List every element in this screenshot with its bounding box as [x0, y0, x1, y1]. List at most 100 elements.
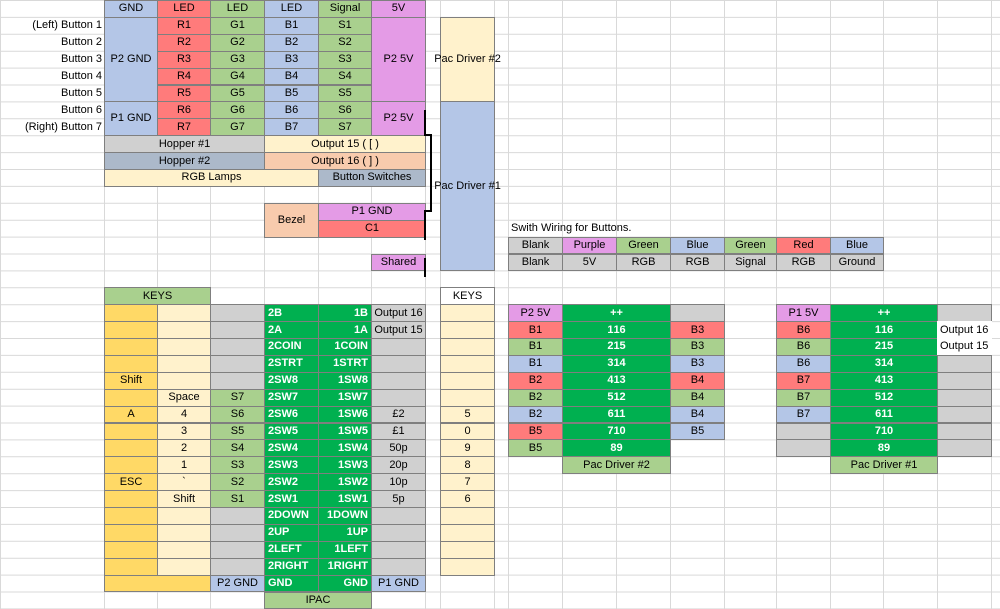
pin-cell[interactable]: B4 — [264, 67, 319, 86]
pin-cell[interactable]: G3 — [210, 50, 265, 69]
wiring-color-cell[interactable]: Blue — [830, 236, 884, 255]
ipac-pin-p1[interactable]: 1RIGHT — [318, 557, 372, 576]
pin-cell[interactable]: G4 — [210, 67, 265, 86]
pd2-extra-cell[interactable]: B4 — [670, 388, 725, 407]
pd2-extra-cell[interactable]: B3 — [670, 354, 725, 373]
ipac-output-cell[interactable]: 50p — [371, 439, 426, 458]
key-cell-right[interactable] — [440, 371, 495, 390]
key-cell[interactable] — [104, 490, 158, 508]
switch-cell[interactable] — [210, 338, 265, 356]
pd2-5v-header[interactable]: P2 5V — [508, 304, 563, 323]
key-cell-right[interactable]: 6 — [440, 490, 495, 508]
pin-cell[interactable]: R3 — [157, 50, 211, 69]
pd1-button-cell[interactable]: B7 — [776, 388, 831, 407]
ipac-pin-p2[interactable]: 2B — [264, 304, 319, 323]
switch-cell[interactable] — [210, 540, 265, 559]
wiring-function-cell[interactable]: 5V — [562, 253, 617, 272]
button-label[interactable]: Button 5 — [0, 85, 105, 103]
key-cell-right[interactable] — [440, 321, 495, 339]
pin-cell[interactable]: G2 — [210, 33, 265, 52]
pac-driver-1-vertical[interactable]: Pac Driver #1 — [434, 101, 501, 272]
p2-gnd-cell[interactable]: P2 GND — [104, 16, 158, 103]
key-cell-right[interactable] — [440, 507, 495, 525]
key-cell[interactable] — [157, 507, 211, 525]
pin-cell[interactable]: R7 — [157, 118, 211, 137]
pd1-pin-cell[interactable]: 4 13 — [830, 371, 938, 390]
pd2-extra-cell[interactable]: B4 — [670, 371, 725, 390]
column-header[interactable]: LED — [264, 0, 319, 18]
key-cell[interactable] — [157, 338, 211, 356]
ipac-p2-gnd[interactable]: P2 GND — [210, 574, 265, 593]
wiring-function-cell[interactable]: Blank — [508, 253, 563, 272]
pd1-button-cell[interactable]: B6 — [776, 354, 831, 373]
pin-cell[interactable]: S7 — [318, 118, 372, 137]
switch-cell[interactable]: S4 — [210, 439, 265, 458]
pd2-footer[interactable]: Pac Driver #2 — [562, 456, 671, 475]
pd2-extra-cell[interactable]: B5 — [670, 422, 725, 441]
key-cell-blank[interactable] — [104, 574, 211, 593]
button-label[interactable]: (Right) Button 7 — [0, 118, 105, 136]
key-cell[interactable]: 1 — [157, 456, 211, 475]
key-cell[interactable] — [104, 304, 158, 323]
key-cell[interactable]: A — [104, 405, 158, 424]
pd2-blank[interactable] — [670, 304, 725, 323]
pd1-pin-cell[interactable]: 6 11 — [830, 405, 938, 424]
pin-cell[interactable]: S4 — [318, 67, 372, 86]
ipac-pin-p1[interactable]: 1SW5 — [318, 422, 372, 441]
ipac-output-cell[interactable] — [371, 557, 426, 576]
pd1-extra-cell[interactable] — [937, 388, 992, 407]
key-cell[interactable]: 2 — [157, 439, 211, 458]
ipac-pin-p1[interactable]: 1B — [318, 304, 372, 323]
key-cell-right[interactable] — [440, 338, 495, 356]
pd1-pin-cell[interactable]: 89 — [830, 439, 938, 458]
pin-cell[interactable]: R4 — [157, 67, 211, 86]
pd1-button-cell[interactable] — [776, 439, 831, 458]
pd2-pin-cell[interactable]: 4 13 — [562, 371, 671, 390]
key-cell-right[interactable] — [440, 354, 495, 373]
pd1-button-cell[interactable]: B7 — [776, 405, 831, 424]
ipac-pin-p2[interactable]: 2SW1 — [264, 490, 319, 508]
ipac-output-cell[interactable] — [371, 540, 426, 559]
key-cell[interactable]: Shift — [104, 371, 158, 390]
switch-cell[interactable]: S1 — [210, 490, 265, 508]
ipac-output-cell[interactable] — [371, 388, 426, 407]
ipac-pin-p1[interactable]: 1SW3 — [318, 456, 372, 475]
key-cell-right[interactable]: 9 — [440, 439, 495, 458]
key-cell-right[interactable] — [440, 540, 495, 559]
ipac-output-cell[interactable] — [371, 354, 426, 373]
pd2-extra-cell[interactable]: B3 — [670, 338, 725, 356]
pd2-pin-cell[interactable]: 5 12 — [562, 388, 671, 407]
pd2-pin-cell[interactable]: 89 — [562, 439, 671, 458]
keys-header-right[interactable]: KEYS — [440, 287, 495, 306]
ipac-pin-p1[interactable]: 1A — [318, 321, 372, 339]
pd1-pin-cell[interactable]: 5 12 — [830, 388, 938, 407]
ipac-pin-p1[interactable]: 1STRT — [318, 354, 372, 373]
pd1-extra-cell[interactable] — [937, 405, 992, 424]
pd2-button-cell[interactable]: B1 — [508, 354, 563, 373]
button-label[interactable]: Button 3 — [0, 51, 105, 69]
pin-cell[interactable]: B6 — [264, 101, 319, 120]
wiring-color-cell[interactable]: Green — [616, 236, 671, 255]
column-header[interactable]: LED — [157, 0, 211, 18]
ipac-pin-p2[interactable]: 2SW2 — [264, 473, 319, 492]
switch-cell[interactable]: S5 — [210, 422, 265, 441]
pac-driver-2-vertical[interactable]: Pac Driver #2 — [434, 16, 501, 103]
key-cell[interactable]: Space — [157, 388, 211, 407]
key-cell[interactable] — [104, 422, 158, 441]
ipac-pin-p1[interactable]: 1UP — [318, 523, 372, 542]
ipac-pin-p1[interactable]: 1SW1 — [318, 490, 372, 508]
pd1-button-cell[interactable] — [776, 422, 831, 441]
switch-cell[interactable]: S6 — [210, 405, 265, 424]
ipac-pin-p2[interactable]: 2SW8 — [264, 371, 319, 390]
ipac-pin-p2[interactable]: GND — [264, 574, 319, 593]
pd1-extra-cell[interactable]: Output 15 — [937, 338, 992, 356]
pd2-button-cell[interactable]: B1 — [508, 321, 563, 339]
switch-cell[interactable] — [210, 507, 265, 525]
ipac-pin-p2[interactable]: 2LEFT — [264, 540, 319, 559]
pd1-pin-cell[interactable]: 3 14 — [830, 354, 938, 373]
pd2-button-cell[interactable]: B2 — [508, 388, 563, 407]
wiring-color-cell[interactable]: Green — [724, 236, 777, 255]
wiring-function-cell[interactable]: Ground — [830, 253, 884, 272]
key-cell[interactable] — [104, 321, 158, 339]
pin-cell[interactable]: R2 — [157, 33, 211, 52]
